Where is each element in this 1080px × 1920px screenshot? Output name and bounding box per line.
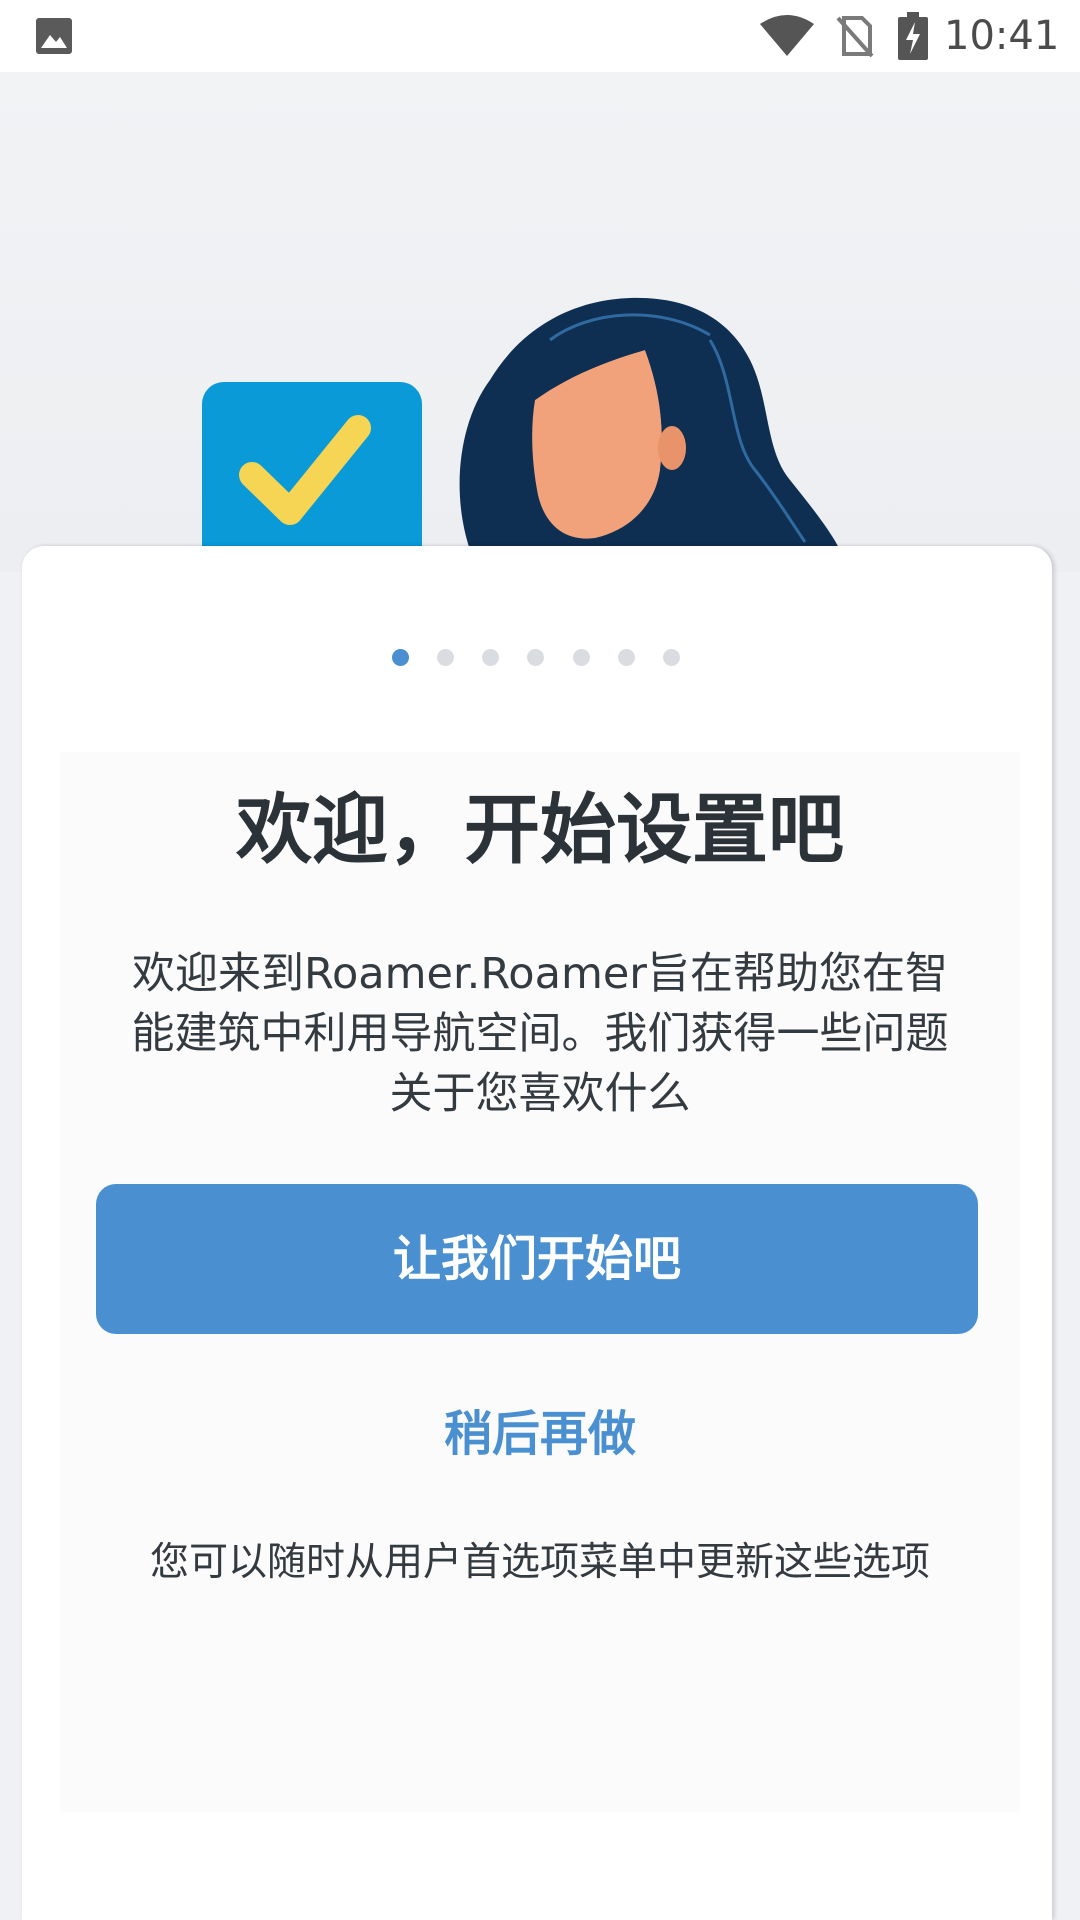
page-dot-7 xyxy=(662,648,680,666)
no-sim-icon xyxy=(836,16,874,58)
gallery-icon xyxy=(36,18,72,54)
wifi-icon xyxy=(760,15,814,56)
status-bar: 10:41 xyxy=(0,0,1080,72)
woman-avatar-illustration xyxy=(459,297,840,550)
page-indicator xyxy=(376,640,696,674)
start-button[interactable]: 让我们开始吧 xyxy=(96,1184,978,1334)
preferences-note: 您可以随时从用户首选项菜单中更新这些选项 xyxy=(149,1540,930,1585)
page-dot-4 xyxy=(527,648,545,666)
page-title: 欢迎，开始设置吧 xyxy=(236,785,844,874)
status-time: 10:41 xyxy=(944,13,1060,59)
page-dot-3 xyxy=(482,648,500,666)
page-dot-2 xyxy=(437,648,455,666)
do-later-button[interactable]: 稍后再做 xyxy=(340,1394,740,1474)
battery-charging-icon xyxy=(898,12,928,60)
welcome-illustration xyxy=(190,280,870,550)
page-dot-1 xyxy=(392,648,409,666)
page-dot-5 xyxy=(572,648,590,666)
welcome-description: 欢迎来到Roamer.Roamer旨在帮助您在智能建筑中利用导航空间。我们获得一… xyxy=(131,949,949,1119)
checkbox-checked-icon xyxy=(202,382,422,550)
page-dot-6 xyxy=(617,648,635,666)
